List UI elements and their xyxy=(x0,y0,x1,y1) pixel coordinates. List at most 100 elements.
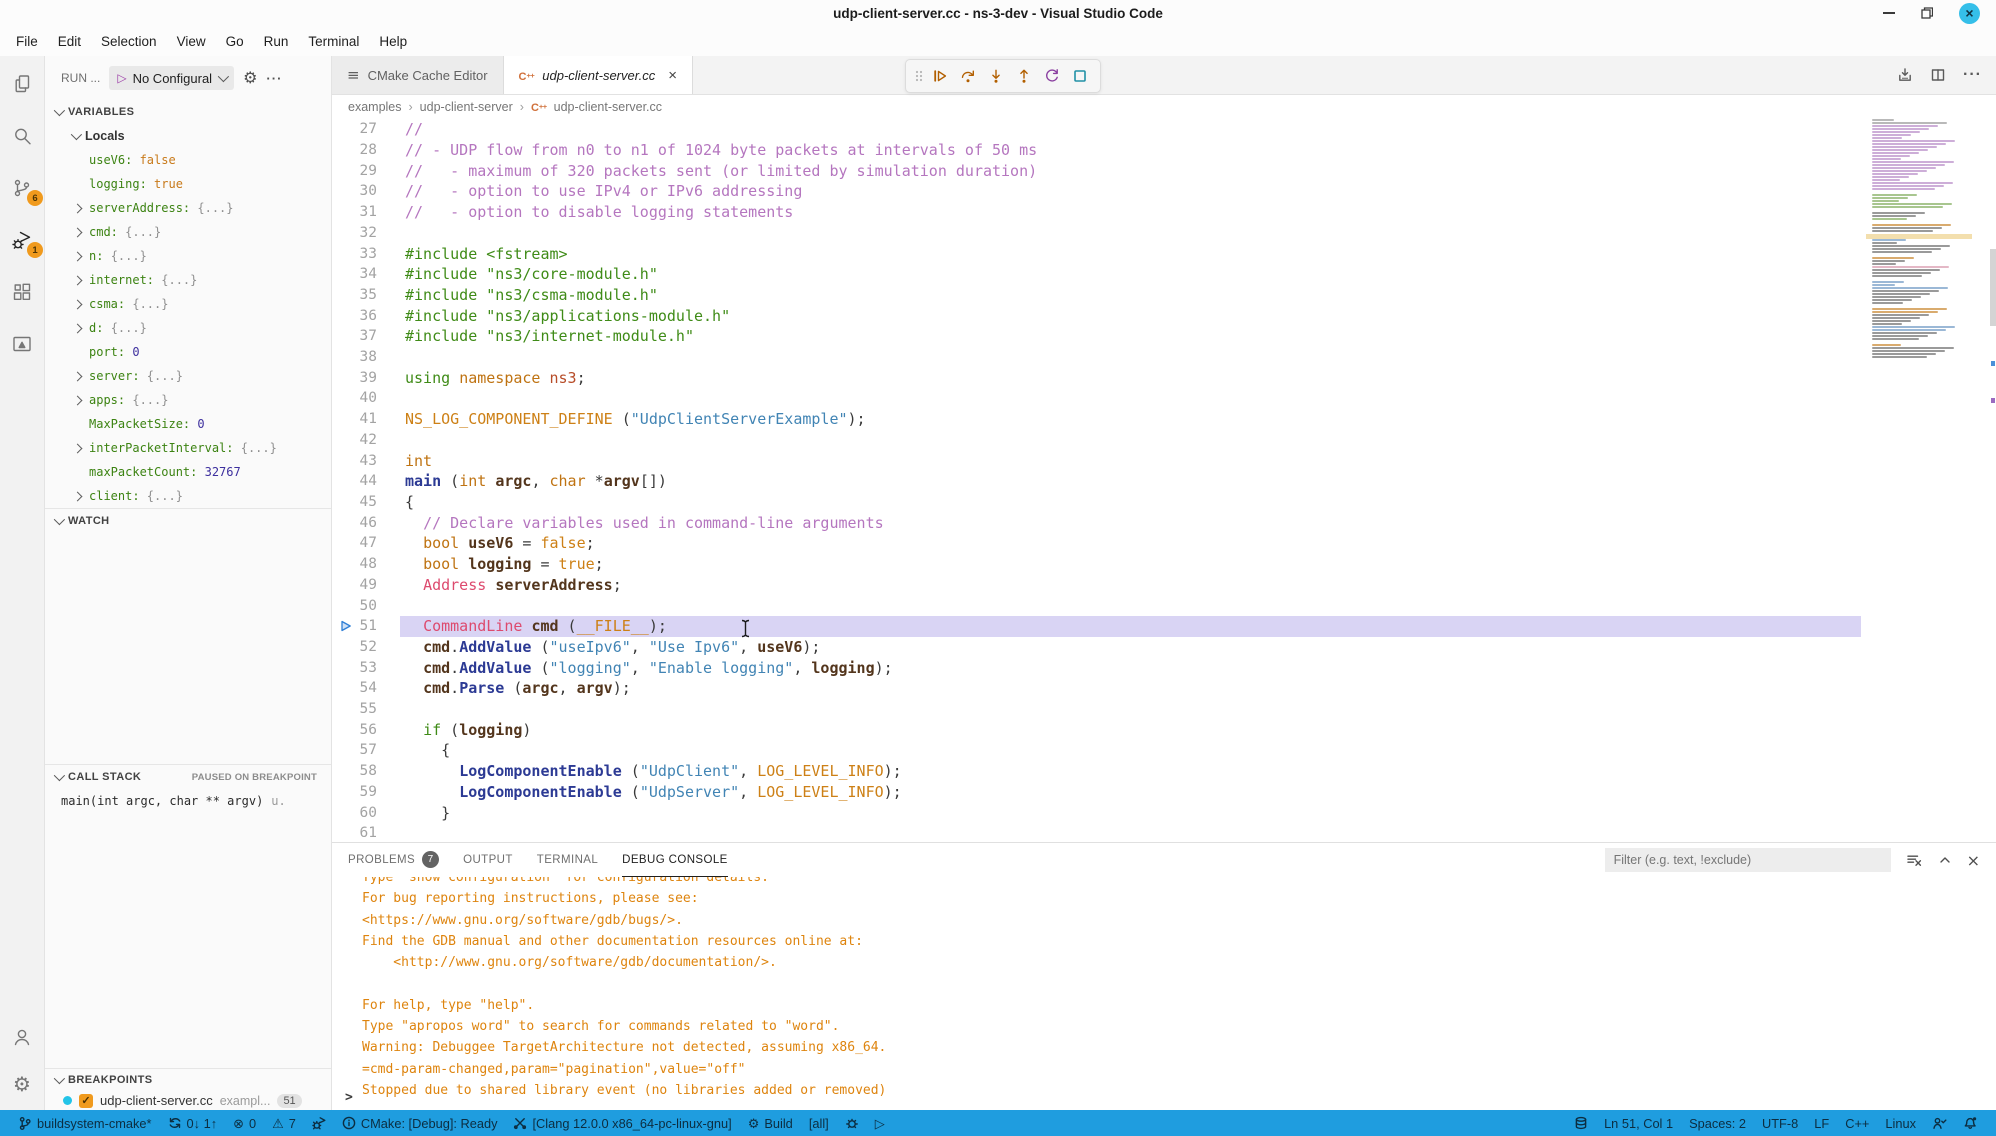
code-line-51[interactable]: 51 CommandLine cmd (__FILE__); xyxy=(332,616,1996,637)
code-line-57[interactable]: 57 { xyxy=(332,740,1996,761)
code-line-55[interactable]: 55 xyxy=(332,699,1996,720)
call-stack-section-header[interactable]: CALL STACK PAUSED ON BREAKPOINT xyxy=(45,765,331,789)
breakpoint-checkbox[interactable]: ✓ xyxy=(79,1094,93,1108)
status-build[interactable]: ⚙Build xyxy=(740,1110,801,1136)
menu-view[interactable]: View xyxy=(167,31,216,52)
status-linux[interactable]: Linux xyxy=(1877,1110,1924,1136)
panel-tab-terminal[interactable]: TERMINAL xyxy=(537,843,598,877)
code-line-59[interactable]: 59 LogComponentEnable ("UdpServer", LOG_… xyxy=(332,782,1996,803)
code-line-41[interactable]: 41NS_LOG_COMPONENT_DEFINE ("UdpClientSer… xyxy=(332,409,1996,430)
status-cmake-debug-ready[interactable]: CMake: [Debug]: Ready xyxy=(334,1110,506,1136)
status-c[interactable]: C++ xyxy=(1837,1110,1877,1136)
code-line-50[interactable]: 50 xyxy=(332,595,1996,616)
tab-udp-client-server-cc[interactable]: C++udp-client-server.cc× xyxy=(504,56,693,94)
breadcrumb-item[interactable]: udp-client-server.cc xyxy=(554,100,662,114)
editor-scrollbar[interactable] xyxy=(1990,249,1996,326)
status-clang-12-0-0-x86-64-pc-linux-gnu[interactable]: [Clang 12.0.0 x86_64-pc-linux-gnu] xyxy=(505,1110,739,1136)
status-lf[interactable]: LF xyxy=(1806,1110,1837,1136)
more-actions-icon[interactable]: ··· xyxy=(1963,66,1982,84)
status-bug-icon[interactable] xyxy=(837,1110,867,1136)
debug-more-actions-icon[interactable]: ··· xyxy=(266,71,282,86)
code-line-30[interactable]: 30// - option to use IPv4 or IPv6 addres… xyxy=(332,181,1996,202)
locals-group[interactable]: Locals xyxy=(45,124,331,148)
panel-tab-output[interactable]: OUTPUT xyxy=(463,843,513,877)
console-prompt[interactable]: > xyxy=(345,1090,353,1105)
code-line-52[interactable]: 52 cmd.AddValue ("useIpv6", "Use Ipv6", … xyxy=(332,637,1996,658)
status-spaces-2[interactable]: Spaces: 2 xyxy=(1681,1110,1754,1136)
start-debugging-icon[interactable]: ▷ xyxy=(117,72,126,84)
code-line-28[interactable]: 28// - UDP flow from n0 to n1 of 1024 by… xyxy=(332,140,1996,161)
code-line-43[interactable]: 43int xyxy=(332,450,1996,471)
code-editor[interactable]: 27//28// - UDP flow from n0 to n1 of 102… xyxy=(332,119,1996,842)
breakpoints-section-header[interactable]: BREAKPOINTS xyxy=(45,1069,331,1091)
code-line-38[interactable]: 38 xyxy=(332,347,1996,368)
maximize-icon[interactable] xyxy=(1921,7,1933,19)
variable-serverAddress[interactable]: serverAddress: {...} xyxy=(45,196,331,220)
variable-server[interactable]: server: {...} xyxy=(45,364,331,388)
code-line-54[interactable]: 54 cmd.Parse (argc, argv); xyxy=(332,678,1996,699)
step-over-button[interactable] xyxy=(955,64,980,89)
activity-source-control[interactable]: 6 xyxy=(9,175,35,201)
status-feedback-icon[interactable] xyxy=(1924,1110,1955,1136)
stack-frame[interactable]: main(int argc, char ** argv) u. xyxy=(45,789,331,813)
code-line-37[interactable]: 37#include "ns3/internet-module.h" xyxy=(332,326,1996,347)
status-debug-alt-icon[interactable] xyxy=(304,1110,334,1136)
menu-file[interactable]: File xyxy=(6,31,48,52)
chevron-right-icon[interactable] xyxy=(73,275,83,285)
code-line-27[interactable]: 27// xyxy=(332,119,1996,140)
variables-section-header[interactable]: VARIABLES xyxy=(45,100,331,124)
code-line-53[interactable]: 53 cmd.AddValue ("logging", "Enable logg… xyxy=(332,657,1996,678)
code-line-56[interactable]: 56 if (logging) xyxy=(332,719,1996,740)
variable-MaxPacketSize[interactable]: MaxPacketSize: 0 xyxy=(45,412,331,436)
activity-cmake[interactable] xyxy=(9,331,35,357)
activity-extensions[interactable] xyxy=(9,279,35,305)
variable-interPacketInterval[interactable]: interPacketInterval: {...} xyxy=(45,436,331,460)
code-line-46[interactable]: 46 // Declare variables used in command-… xyxy=(332,512,1996,533)
split-editor-icon[interactable] xyxy=(1930,67,1946,83)
variable-csma[interactable]: csma: {...} xyxy=(45,292,331,316)
variable-maxPacketCount[interactable]: maxPacketCount: 32767 xyxy=(45,460,331,484)
code-line-49[interactable]: 49 Address serverAddress; xyxy=(332,574,1996,595)
variable-logging[interactable]: logging: true xyxy=(45,172,331,196)
status-play-icon[interactable]: ▷ xyxy=(867,1110,893,1136)
close-panel-icon[interactable]: × xyxy=(1967,851,1980,870)
menu-run[interactable]: Run xyxy=(254,31,299,52)
activity-run-debug[interactable]: 1 xyxy=(9,227,35,253)
panel-tab-problems[interactable]: PROBLEMS7 xyxy=(348,843,439,877)
debug-config-dropdown[interactable]: ▷ No Configural xyxy=(109,66,234,90)
code-line-36[interactable]: 36#include "ns3/applications-module.h" xyxy=(332,305,1996,326)
step-into-button[interactable] xyxy=(983,64,1008,89)
code-line-29[interactable]: 29// - maximum of 320 packets sent (or l… xyxy=(332,160,1996,181)
console-filter-input[interactable] xyxy=(1605,848,1891,872)
status-0-1[interactable]: 0↓ 1↑ xyxy=(160,1110,226,1136)
minimap[interactable] xyxy=(1866,119,1972,842)
collapse-panel-icon[interactable] xyxy=(1937,852,1953,868)
code-line-31[interactable]: 31// - option to disable logging stateme… xyxy=(332,202,1996,223)
debug-console-content[interactable]: Type "show configuration" for configurat… xyxy=(332,877,1996,1110)
status-7[interactable]: ⚠7 xyxy=(264,1110,304,1136)
variable-n[interactable]: n: {...} xyxy=(45,244,331,268)
activity-explorer[interactable] xyxy=(9,71,35,97)
install-icon[interactable] xyxy=(1897,67,1913,83)
menu-selection[interactable]: Selection xyxy=(91,31,167,52)
status-ln-51-col-1[interactable]: Ln 51, Col 1 xyxy=(1596,1110,1681,1136)
code-line-58[interactable]: 58 LogComponentEnable ("UdpClient", LOG_… xyxy=(332,761,1996,782)
debug-gear-icon[interactable]: ⚙ xyxy=(243,70,257,86)
activity-settings-gear[interactable]: ⚙ xyxy=(9,1072,35,1098)
activity-search[interactable] xyxy=(9,123,35,149)
code-line-47[interactable]: 47 bool useV6 = false; xyxy=(332,533,1996,554)
code-line-33[interactable]: 33#include <fstream> xyxy=(332,243,1996,264)
chevron-right-icon[interactable] xyxy=(73,395,83,405)
tab-cmake-cache-editor[interactable]: ≡CMake Cache Editor xyxy=(332,56,504,94)
variable-cmd[interactable]: cmd: {...} xyxy=(45,220,331,244)
variable-internet[interactable]: internet: {...} xyxy=(45,268,331,292)
variable-d[interactable]: d: {...} xyxy=(45,316,331,340)
close-icon[interactable]: × xyxy=(1959,3,1980,24)
breadcrumb-item[interactable]: examples xyxy=(348,100,402,114)
breadcrumb-item[interactable]: udp-client-server xyxy=(420,100,513,114)
chevron-right-icon[interactable] xyxy=(73,251,83,261)
close-icon[interactable]: × xyxy=(668,67,677,84)
stop-button[interactable] xyxy=(1067,64,1092,89)
code-line-42[interactable]: 42 xyxy=(332,430,1996,451)
code-line-61[interactable]: 61 xyxy=(332,823,1996,842)
